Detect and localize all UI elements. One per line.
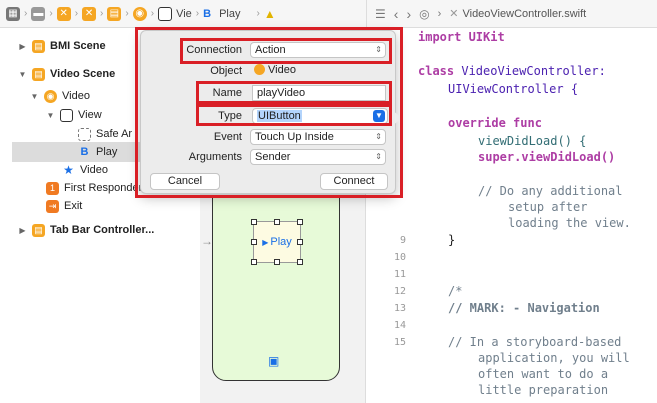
- related-items-icon[interactable]: ☰: [375, 7, 386, 21]
- line-number: 12: [393, 286, 406, 297]
- scene-icon: ▤: [32, 39, 45, 53]
- resize-handle[interactable]: [251, 239, 257, 245]
- disclosure-collapsed-icon[interactable]: ▶: [18, 42, 27, 51]
- outline-label: BMI Scene: [50, 40, 106, 52]
- annotation-box-connection: [180, 38, 392, 64]
- breadcrumb-view[interactable]: Vie: [176, 8, 192, 20]
- outline-label: Exit: [64, 200, 83, 212]
- code-line: override func: [448, 116, 542, 130]
- view-controller-icon[interactable]: ◉: [132, 6, 147, 21]
- annotation-box-name: [196, 81, 392, 104]
- outline-label: Video Scene: [50, 68, 116, 80]
- line-number: 14: [393, 320, 406, 331]
- code-line: /*: [448, 284, 463, 298]
- first-responder-icon: 1: [46, 181, 59, 195]
- code-line: // Do any additional: [478, 184, 623, 198]
- outline-label: Safe Ar: [96, 128, 133, 140]
- outline-label: Video: [62, 90, 90, 102]
- resize-handle[interactable]: [251, 259, 257, 265]
- chevron-right-icon: ›: [24, 8, 28, 19]
- disclosure-collapsed-icon[interactable]: ▶: [18, 226, 27, 235]
- breadcrumb-play[interactable]: Play: [219, 8, 240, 20]
- assistant-icon[interactable]: ◎: [419, 7, 429, 21]
- code-line: UIViewController {: [448, 82, 579, 96]
- line-number: 11: [393, 269, 406, 280]
- tab-bar-item-icon: ▣: [268, 354, 280, 368]
- code-line: often want to do a: [478, 367, 609, 381]
- editor-filename[interactable]: VideoViewController.swift: [462, 8, 586, 20]
- code-line: super.viewDidLoad(): [478, 150, 616, 164]
- outline-label: Video: [80, 164, 108, 176]
- canvas-play-button[interactable]: ▶ Play: [251, 219, 303, 265]
- scene-icon: ▤: [32, 223, 45, 237]
- back-icon[interactable]: ‹: [394, 6, 399, 22]
- view-icon: [60, 108, 73, 122]
- exit-icon: ⇥: [46, 199, 59, 213]
- code-line: // In a storyboard-based: [448, 335, 622, 349]
- swift-file-icon: ✕: [449, 8, 459, 20]
- star-icon: ★: [63, 163, 74, 177]
- chevron-right-icon: ›: [100, 8, 104, 19]
- view-controller-icon: ◉: [44, 89, 57, 103]
- outline-tab-bar-scene[interactable]: ▶ ▤ Tab Bar Controller...: [0, 220, 200, 240]
- warning-icon[interactable]: ▲: [264, 7, 276, 21]
- chevron-right-icon: ›: [437, 7, 442, 20]
- swift-icon[interactable]: ✕: [82, 6, 97, 21]
- resize-handle[interactable]: [297, 259, 303, 265]
- outline-label: First Responder: [64, 182, 143, 194]
- outline-exit[interactable]: ⇥ Exit: [0, 196, 200, 216]
- chevron-right-icon: ›: [150, 8, 155, 19]
- breadcrumb-bar: ▦ › ▬ › ✕ › ✕ › ▤ › ◉ › Vie › B Play › ▲: [0, 0, 366, 28]
- outline-label: Play: [96, 146, 118, 158]
- disclosure-expanded-icon[interactable]: ▼: [46, 111, 55, 120]
- code-line: }: [448, 233, 456, 247]
- code-line: viewDidLoad() {: [478, 134, 587, 148]
- line-number: 13: [393, 303, 406, 314]
- chevron-right-icon: ›: [125, 8, 129, 19]
- swift-icon[interactable]: ✕: [56, 6, 71, 21]
- chevron-right-icon: ›: [256, 8, 260, 19]
- storyboard-icon[interactable]: ▤: [107, 6, 122, 21]
- safe-area-icon: [78, 127, 91, 141]
- view-icon[interactable]: [158, 6, 173, 21]
- play-triangle-icon: ▶: [262, 237, 269, 247]
- code-line: class VideoViewController:: [418, 64, 606, 78]
- disclosure-expanded-icon[interactable]: ▼: [18, 70, 27, 79]
- folder-icon[interactable]: ▬: [31, 6, 46, 21]
- button-icon: B: [203, 7, 212, 20]
- annotation-box-type: [196, 104, 392, 126]
- canvas-play-label: Play: [270, 236, 292, 248]
- resize-handle[interactable]: [297, 239, 303, 245]
- line-number: 15: [393, 337, 406, 348]
- code-line: import UIKit: [418, 30, 505, 44]
- button-icon: B: [80, 146, 89, 158]
- folder-icon[interactable]: ▦: [6, 6, 20, 21]
- disclosure-expanded-icon[interactable]: ▼: [30, 92, 39, 101]
- outline-label: Tab Bar Controller...: [50, 224, 155, 236]
- resize-handle[interactable]: [297, 219, 303, 225]
- code-line: loading the view.: [508, 216, 631, 230]
- chevron-right-icon: ›: [49, 8, 53, 19]
- line-number: 10: [393, 252, 406, 263]
- code-line: // MARK: - Navigation: [448, 301, 600, 315]
- resize-handle[interactable]: [274, 219, 280, 225]
- code-line: setup after: [508, 200, 588, 214]
- code-line: little preparation: [478, 383, 609, 397]
- editor-jump-bar: ☰ ‹ › ◎ › ✕ VideoViewController.swift: [366, 0, 657, 28]
- resize-handle[interactable]: [251, 219, 257, 225]
- scene-icon: ▤: [32, 67, 45, 81]
- chevron-right-icon: ›: [74, 8, 79, 19]
- chevron-right-icon: ›: [195, 8, 200, 19]
- line-number: 9: [399, 235, 406, 246]
- resize-handle[interactable]: [274, 259, 280, 265]
- outline-label: View: [78, 109, 102, 121]
- forward-icon[interactable]: ›: [406, 6, 411, 22]
- code-line: application, you will: [478, 351, 630, 365]
